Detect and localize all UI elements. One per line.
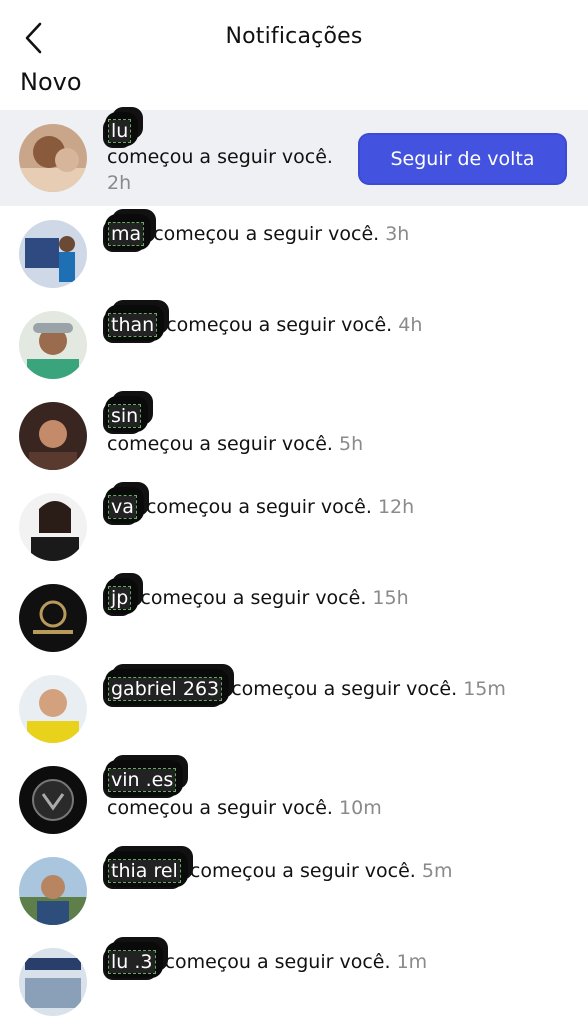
username-redacted[interactable]: va	[105, 487, 144, 523]
avatar[interactable]	[19, 857, 87, 925]
notification-message: começou a seguir você.	[107, 146, 333, 168]
notification-time: 12h	[377, 496, 415, 518]
notification-message: começou a seguir você.	[145, 496, 372, 518]
notification-text: jp começou a seguir você. 15h	[105, 578, 568, 614]
notification-text: thia rel começou a seguir você. 5m	[105, 851, 568, 887]
notifications-list: lu começou a seguir você. 2h Seguir de v…	[0, 110, 588, 1025]
notification-message: começou a seguir você.	[107, 433, 333, 455]
username-redacted[interactable]: jp	[105, 578, 139, 614]
notification-message: começou a seguir você.	[189, 860, 416, 882]
avatar[interactable]	[19, 220, 87, 288]
notification-row[interactable]: vin .es começou a seguir você. 10m	[0, 752, 588, 843]
notification-text: va começou a seguir você. 12h	[105, 487, 568, 523]
notification-row[interactable]: gabriel 263 começou a seguir você. 15m	[0, 661, 588, 752]
notification-message: começou a seguir você.	[153, 223, 380, 245]
notification-time: 15m	[463, 678, 506, 700]
notification-time: 3h	[385, 223, 410, 245]
notification-row[interactable]: thia rel começou a seguir você. 5m	[0, 843, 588, 934]
username-redacted[interactable]: lu .3	[105, 942, 163, 978]
username-redacted[interactable]: thia rel	[105, 851, 188, 887]
notification-message: começou a seguir você.	[166, 314, 393, 336]
notification-time: 1m	[396, 951, 428, 973]
avatar[interactable]	[19, 948, 87, 1016]
username-redacted[interactable]: vin .es	[105, 760, 184, 796]
notification-text: sin começou a seguir você. 5h	[105, 396, 568, 458]
avatar[interactable]	[19, 493, 87, 561]
notification-row[interactable]: lu começou a seguir você. 2h Seguir de v…	[0, 110, 588, 206]
notification-time: 5h	[339, 433, 364, 455]
notification-time: 15h	[372, 587, 409, 609]
username-redacted[interactable]: sin	[105, 396, 149, 432]
username-redacted[interactable]: than	[105, 305, 165, 341]
username-redacted[interactable]: gabriel 263	[105, 669, 230, 705]
follow-back-button[interactable]: Seguir de volta	[360, 135, 565, 183]
username-redacted[interactable]: ma	[105, 214, 152, 250]
notification-message: começou a seguir você.	[231, 678, 458, 700]
notification-row[interactable]: sin começou a seguir você. 5h	[0, 388, 588, 479]
notification-row[interactable]: va começou a seguir você. 12h	[0, 479, 588, 570]
avatar[interactable]	[19, 311, 87, 379]
app-header: Notificações	[0, 0, 588, 76]
notification-time: 5m	[421, 860, 453, 882]
notification-row[interactable]: lu .3 começou a seguir você. 1m	[0, 934, 588, 1025]
avatar[interactable]	[19, 675, 87, 743]
notification-row[interactable]: than começou a seguir você. 4h	[0, 297, 588, 388]
avatar[interactable]	[19, 402, 87, 470]
notification-text: lu .3 começou a seguir você. 1m	[105, 942, 568, 978]
notification-text: gabriel 263 começou a seguir você. 15m	[105, 669, 568, 705]
notification-row[interactable]: jp começou a seguir você. 15h	[0, 570, 588, 661]
notification-text: ma começou a seguir você. 3h	[105, 214, 568, 250]
section-label-new: Novo	[20, 68, 82, 96]
notification-text: vin .es começou a seguir você. 10m	[105, 760, 568, 822]
avatar[interactable]	[19, 766, 87, 834]
avatar[interactable]	[19, 584, 87, 652]
notification-message: começou a seguir você.	[164, 951, 391, 973]
notification-time: 4h	[398, 314, 423, 336]
notification-time: 2h	[107, 172, 132, 194]
avatar[interactable]	[19, 124, 87, 192]
username-redacted[interactable]: lu	[105, 112, 139, 146]
notification-message: começou a seguir você.	[140, 587, 367, 609]
notification-text: than começou a seguir você. 4h	[105, 305, 568, 341]
page-title: Notificações	[225, 24, 363, 49]
notification-message: começou a seguir você.	[107, 797, 333, 819]
notification-text: lu começou a seguir você. 2h	[105, 112, 348, 196]
notification-time: 10m	[339, 797, 382, 819]
notification-row[interactable]: ma começou a seguir você. 3h	[0, 206, 588, 297]
